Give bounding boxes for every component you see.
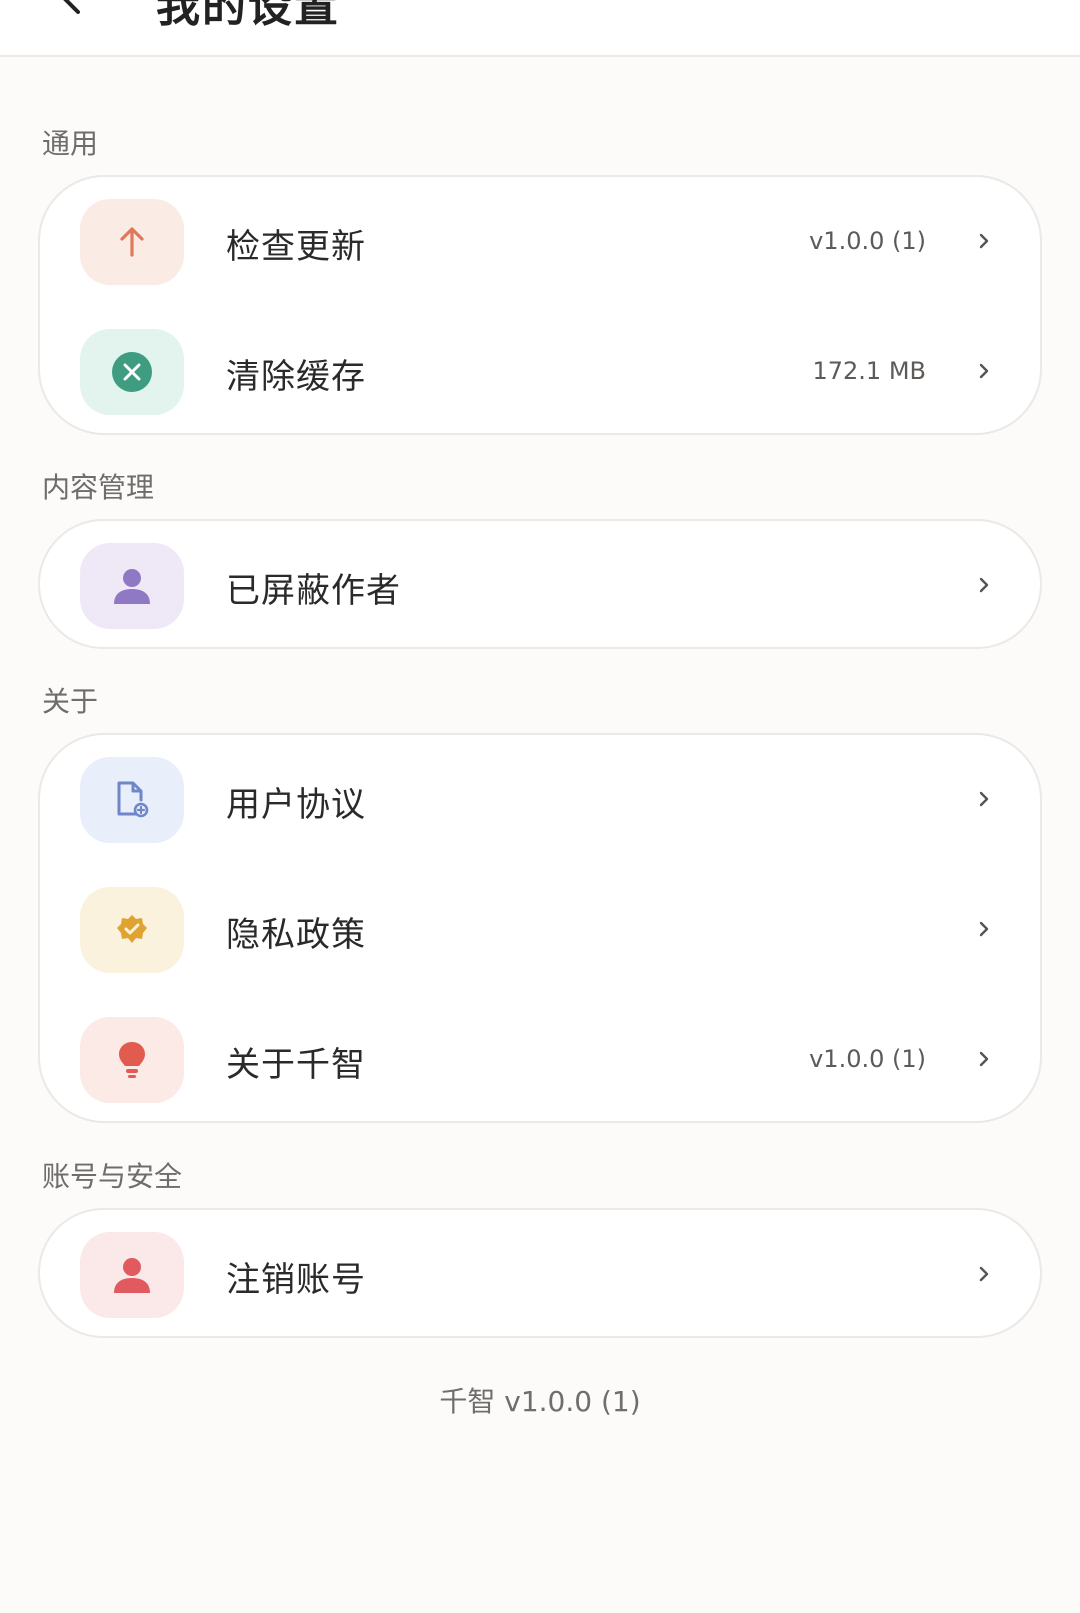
blocked-authors-row[interactable]: 已屏蔽作者	[40, 521, 1040, 651]
back-arrow-icon[interactable]	[52, 0, 92, 18]
clear-cache-row[interactable]: 清除缓存 172.1 MB	[40, 307, 1040, 437]
chevron-right-icon	[979, 577, 989, 593]
check-update-icon-box	[80, 199, 184, 285]
about-app-icon-box	[80, 1017, 184, 1103]
person-icon	[114, 569, 150, 604]
section-label-content: 内容管理	[42, 471, 155, 504]
clear-cache-icon-box	[80, 329, 184, 415]
delete-account-icon-box	[80, 1232, 184, 1318]
card-about: 用户协议 隐私政策 关于千智 v1.0.0 (1)	[38, 733, 1042, 1123]
user-agreement-label: 用户协议	[226, 785, 366, 825]
user-agreement-icon-box	[80, 757, 184, 843]
privacy-policy-label: 隐私政策	[226, 915, 366, 955]
document-icon	[117, 781, 149, 818]
chevron-right-icon	[979, 233, 989, 249]
blocked-authors-icon-box	[80, 543, 184, 629]
close-circle-icon	[112, 352, 152, 392]
check-update-label: 检查更新	[226, 227, 366, 267]
about-app-row[interactable]: 关于千智 v1.0.0 (1)	[40, 995, 1040, 1125]
check-update-version: v1.0.0 (1)	[809, 227, 926, 255]
privacy-policy-icon-box	[80, 887, 184, 973]
delete-account-label: 注销账号	[226, 1260, 366, 1300]
blocked-authors-label: 已屏蔽作者	[226, 571, 401, 611]
chevron-right-icon	[979, 791, 989, 807]
about-app-label: 关于千智	[226, 1045, 366, 1085]
verified-badge-icon	[117, 915, 147, 943]
clear-cache-label: 清除缓存	[226, 357, 366, 397]
check-update-row[interactable]: 检查更新 v1.0.0 (1)	[40, 177, 1040, 307]
lightbulb-icon	[119, 1042, 145, 1078]
about-app-version: v1.0.0 (1)	[809, 1045, 926, 1073]
person-icon	[114, 1258, 150, 1293]
chevron-right-icon	[979, 921, 989, 937]
user-agreement-row[interactable]: 用户协议	[40, 735, 1040, 865]
chevron-right-icon	[979, 1266, 989, 1282]
card-content: 已屏蔽作者	[38, 519, 1042, 649]
section-label-account: 账号与安全	[42, 1160, 183, 1193]
card-general: 检查更新 v1.0.0 (1) 清除缓存 172.1 MB	[38, 175, 1042, 435]
delete-account-row[interactable]: 注销账号	[40, 1210, 1040, 1340]
privacy-policy-row[interactable]: 隐私政策	[40, 865, 1040, 995]
top-bar: 我的设置	[0, 0, 1080, 57]
card-account: 注销账号	[38, 1208, 1042, 1338]
cache-size: 172.1 MB	[812, 357, 926, 385]
page-title: 我的设置	[156, 0, 340, 32]
chevron-right-icon	[979, 363, 989, 379]
app-version-footer: 千智 v1.0.0 (1)	[439, 1385, 641, 1418]
arrow-up-icon	[120, 227, 144, 257]
chevron-right-icon	[979, 1051, 989, 1067]
section-label-about: 关于	[42, 685, 99, 718]
section-label-general: 通用	[42, 127, 99, 160]
